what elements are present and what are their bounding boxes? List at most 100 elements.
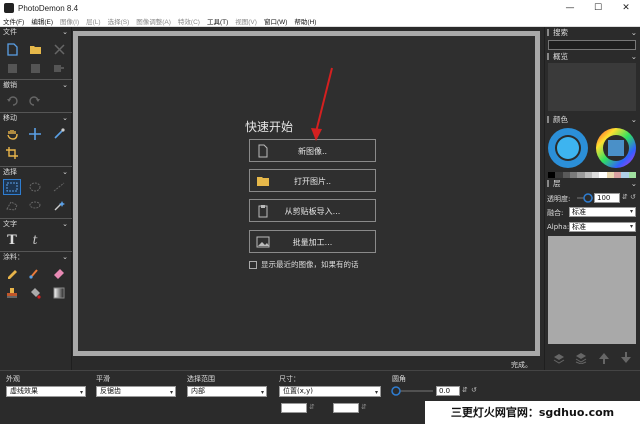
typography-tool-icon[interactable]: t — [26, 232, 44, 248]
reset-icon[interactable]: ↺ — [471, 386, 477, 394]
redo-icon[interactable] — [26, 93, 44, 109]
lasso-select-icon[interactable] — [26, 198, 44, 214]
section-undo[interactable]: 撤销 ⌄ — [0, 79, 72, 90]
section-paint[interactable]: 涂料： ⌄ — [0, 251, 72, 262]
section-text[interactable]: 文字 ⌄ — [0, 218, 72, 229]
menu-select[interactable]: 选择(S) — [108, 16, 130, 26]
spin-arrows-icon[interactable]: ⇵ — [309, 403, 315, 411]
opacity-value-field[interactable]: 100 — [594, 193, 620, 203]
section-move[interactable]: 移动 ⌄ — [0, 112, 72, 123]
palette-swatch[interactable] — [613, 172, 622, 178]
close-file-icon[interactable] — [50, 41, 68, 57]
open-folder-icon[interactable] — [26, 41, 44, 57]
palette-swatch[interactable] — [584, 172, 592, 178]
palette-swatch[interactable] — [628, 172, 636, 178]
import-clipboard-button[interactable]: 从剪贴板导入... — [249, 199, 376, 222]
blend-mode-select[interactable]: 标准 ▾ — [569, 207, 636, 217]
reset-icon[interactable]: ↺ — [630, 193, 636, 201]
size-select[interactable]: 位置(x,y) ▾ — [279, 386, 381, 397]
menu-file[interactable]: 文件(F) — [3, 16, 24, 26]
duplicate-layer-icon[interactable] — [572, 350, 590, 366]
batch-process-button[interactable]: 批量加工... — [249, 230, 376, 253]
save-as-icon[interactable] — [26, 60, 44, 76]
hand-icon[interactable] — [3, 126, 21, 142]
save-icon[interactable] — [3, 60, 21, 76]
palette-swatch[interactable] — [621, 172, 629, 178]
spin-arrows-icon[interactable]: ⇵ — [462, 386, 468, 394]
layer-list[interactable] — [548, 236, 636, 344]
text-tool-icon[interactable]: T — [3, 232, 21, 248]
panel-search[interactable]: 搜索 ⌄ — [545, 27, 640, 38]
menu-bar: 文件(F) 编辑(E) 图像(I) 层(L) 选择(S) 图像调整(A) 特效(… — [0, 16, 640, 27]
menu-layer[interactable]: 层(L) — [86, 16, 100, 26]
menu-image[interactable]: 图像(I) — [60, 16, 79, 26]
menu-help[interactable]: 帮助(H) — [294, 16, 316, 26]
smoothing-select[interactable]: 反锯齿 ▾ — [96, 386, 176, 397]
palette-swatch[interactable] — [577, 172, 585, 178]
menu-adjust[interactable]: 图像调整(A) — [136, 16, 171, 26]
pencil-icon[interactable] — [3, 265, 21, 281]
position-y-input[interactable] — [333, 403, 359, 413]
fill-bucket-icon[interactable] — [26, 285, 44, 301]
toolbox: 文件 ⌄ 撤销 ⌄ 移动 ⌄ 选择 ⌄ 文字 ⌄ T t 涂料： ⌄ — [0, 27, 72, 370]
show-recent-checkbox[interactable]: 显示最近的图像，如果有的话 — [249, 259, 359, 270]
palette-swatch[interactable] — [606, 172, 614, 178]
maximize-button[interactable]: ☐ — [584, 0, 612, 16]
palette-swatch[interactable] — [599, 172, 607, 178]
chevron-down-icon: ▾ — [374, 389, 378, 396]
crop-icon[interactable] — [3, 145, 21, 161]
magic-wand-icon[interactable] — [50, 198, 68, 214]
open-image-button[interactable]: 打开图片.. — [249, 169, 376, 192]
move-layer-down-icon[interactable] — [617, 350, 635, 366]
brush-icon[interactable] — [26, 265, 44, 281]
spin-arrows-icon[interactable]: ⇵ — [361, 403, 367, 411]
polygon-select-icon[interactable] — [3, 198, 21, 214]
hue-color-wheel[interactable] — [594, 126, 638, 170]
palette-swatch[interactable] — [548, 172, 556, 178]
alpha-mode-select[interactable]: 标准 ▾ — [569, 222, 636, 232]
gradient-icon[interactable] — [50, 285, 68, 301]
chevron-down-icon: ⌄ — [630, 52, 637, 61]
close-button[interactable]: ✕ — [612, 0, 640, 16]
export-icon[interactable] — [50, 60, 68, 76]
palette-swatch[interactable] — [562, 172, 570, 178]
line-select-icon[interactable] — [50, 179, 68, 195]
panel-color[interactable]: 颜色 ⌄ — [545, 114, 640, 125]
position-x-input[interactable] — [281, 403, 307, 413]
section-file[interactable]: 文件 ⌄ — [0, 27, 72, 38]
checkbox-box[interactable] — [249, 260, 257, 269]
move-layer-up-icon[interactable] — [595, 350, 613, 366]
search-input[interactable] — [548, 40, 636, 50]
panel-overview[interactable]: 概览 ⌄ — [545, 51, 640, 62]
menu-tools[interactable]: 工具(T) — [207, 16, 228, 26]
section-select[interactable]: 选择 ⌄ — [0, 166, 72, 177]
selection-area-select[interactable]: 内部 ▾ — [187, 386, 267, 397]
appearance-select[interactable]: 虚线效果 ▾ — [6, 386, 86, 397]
eyedropper-icon[interactable] — [50, 126, 68, 142]
undo-icon[interactable] — [3, 93, 21, 109]
corner-slider[interactable] — [391, 386, 433, 396]
palette-swatch[interactable] — [569, 172, 578, 178]
add-layer-icon[interactable] — [550, 350, 568, 366]
app-icon — [4, 3, 14, 13]
ellipse-select-icon[interactable] — [26, 179, 44, 195]
menu-window[interactable]: 窗口(W) — [264, 16, 287, 26]
eraser-icon[interactable] — [50, 265, 68, 281]
color-selector-wheel[interactable] — [546, 126, 590, 170]
rect-select-icon[interactable] — [3, 179, 21, 195]
new-file-icon[interactable] — [3, 41, 21, 57]
minimize-button[interactable]: — — [556, 0, 584, 16]
color-palette[interactable] — [548, 172, 636, 178]
panel-layers[interactable]: 层 ⌄ — [545, 178, 640, 189]
menu-view[interactable]: 视图(V) — [235, 16, 257, 26]
clone-stamp-icon[interactable] — [3, 285, 21, 301]
spin-arrows-icon[interactable]: ⇵ — [622, 193, 628, 201]
menu-effects[interactable]: 特效(C) — [178, 16, 200, 26]
appearance-label: 外观 — [6, 375, 20, 383]
move-icon[interactable] — [26, 126, 44, 142]
palette-swatch[interactable] — [555, 172, 563, 178]
menu-edit[interactable]: 编辑(E) — [31, 16, 53, 26]
palette-swatch[interactable] — [591, 172, 600, 178]
opacity-slider[interactable] — [577, 193, 593, 203]
corner-value-field[interactable]: 0.0 — [436, 386, 460, 396]
